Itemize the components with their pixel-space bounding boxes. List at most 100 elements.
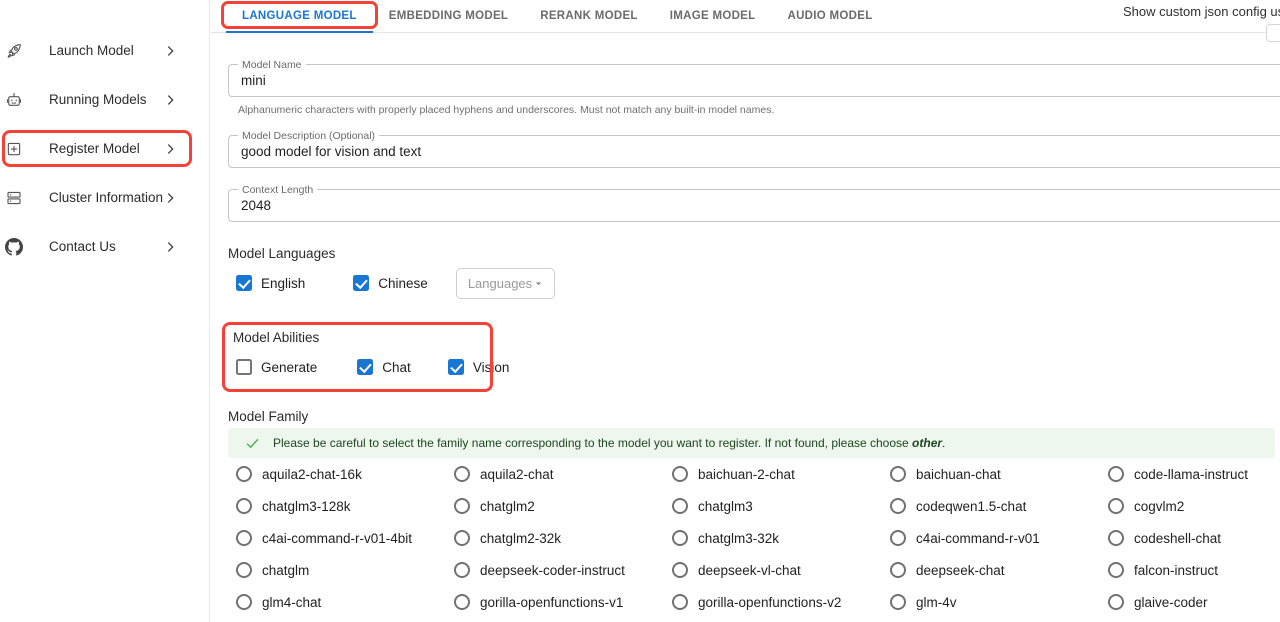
model-family-option[interactable]: chatglm3: [672, 490, 890, 522]
radio-icon: [236, 594, 252, 610]
model-name-helper-text: Alphanumeric characters with properly pl…: [238, 104, 1280, 116]
model-family-option[interactable]: deepseek-vl-chat: [672, 554, 890, 586]
model-family-option[interactable]: falcon-instruct: [1108, 554, 1280, 586]
radio-icon: [454, 498, 470, 514]
languages-dropdown[interactable]: Languages: [456, 268, 555, 299]
radio-icon: [890, 466, 906, 482]
cluster-icon: [5, 189, 23, 207]
sidebar-item-label: Running Models: [49, 92, 147, 107]
sidebar-item-contact-us[interactable]: Contact Us: [0, 222, 209, 271]
model-description-label: Model Description (Optional): [238, 130, 379, 142]
chevron-right-icon: [163, 43, 178, 58]
model-family-option[interactable]: chatglm2-32k: [454, 522, 672, 554]
chevron-right-icon: [163, 141, 178, 156]
model-family-option[interactable]: chatglm3-32k: [672, 522, 890, 554]
sidebar-item-label: Register Model: [49, 141, 140, 156]
model-family-option[interactable]: cogvlm2: [1108, 490, 1280, 522]
radio-icon: [672, 562, 688, 578]
model-family-option[interactable]: gorilla-openfunctions-v2: [672, 586, 890, 618]
github-icon: [5, 238, 23, 256]
radio-icon: [1108, 530, 1124, 546]
model-description-field[interactable]: Model Description (Optional) good model …: [228, 135, 1280, 168]
checkbox-icon: [236, 359, 252, 375]
checkbox-vision[interactable]: Vision: [448, 359, 510, 375]
model-family-option[interactable]: aquila2-chat-16k: [236, 458, 454, 490]
sidebar-item-label: Contact Us: [49, 239, 116, 254]
radio-icon: [1108, 498, 1124, 514]
checkbox-icon: [357, 359, 373, 375]
caret-down-icon: [532, 277, 545, 290]
checkbox-chat[interactable]: Chat: [357, 359, 411, 375]
tab-image-model[interactable]: IMAGE MODEL: [654, 0, 772, 32]
json-config-panel-edge: [1266, 24, 1280, 42]
radio-icon: [672, 466, 688, 482]
radio-icon: [454, 594, 470, 610]
model-abilities-section: Model Abilities Generate Chat Vision: [228, 330, 508, 381]
model-family-option[interactable]: chatglm3-128k: [236, 490, 454, 522]
checkbox-english[interactable]: English: [236, 275, 305, 291]
model-family-options-grid: aquila2-chat-16k aquila2-chat baichuan-2…: [228, 458, 1280, 618]
context-length-field[interactable]: Context Length 2048: [228, 189, 1280, 222]
model-family-option[interactable]: glm4-chat: [236, 586, 454, 618]
context-length-value: 2048: [229, 190, 1280, 213]
model-family-option[interactable]: code-llama-instruct: [1108, 458, 1280, 490]
radio-icon: [890, 594, 906, 610]
radio-icon: [672, 594, 688, 610]
model-family-option[interactable]: gorilla-openfunctions-v1: [454, 586, 672, 618]
model-family-option[interactable]: c4ai-command-r-v01-4bit: [236, 522, 454, 554]
active-tab-indicator: [226, 31, 373, 33]
sidebar-item-running-models[interactable]: Running Models: [0, 75, 209, 124]
model-family-option[interactable]: c4ai-command-r-v01: [890, 522, 1108, 554]
tab-audio-model[interactable]: AUDIO MODEL: [771, 0, 888, 32]
sidebar-item-label: Cluster Information: [49, 190, 163, 205]
model-family-option[interactable]: codeshell-chat: [1108, 522, 1280, 554]
model-family-option[interactable]: chatglm: [236, 554, 454, 586]
show-json-config-label[interactable]: Show custom json config used b: [1123, 4, 1280, 19]
chevron-right-icon: [163, 190, 178, 205]
context-length-label: Context Length: [238, 184, 317, 196]
radio-icon: [1108, 466, 1124, 482]
chevron-right-icon: [163, 92, 178, 107]
model-family-option[interactable]: glaive-coder: [1108, 586, 1280, 618]
model-family-option[interactable]: baichuan-2-chat: [672, 458, 890, 490]
model-family-option[interactable]: deepseek-chat: [890, 554, 1108, 586]
radio-icon: [454, 466, 470, 482]
sidebar-item-cluster-information[interactable]: Cluster Information: [0, 173, 209, 222]
radio-icon: [672, 530, 688, 546]
model-description-value: good model for vision and text: [229, 136, 1280, 159]
model-family-option[interactable]: deepseek-coder-instruct: [454, 554, 672, 586]
tab-language-model[interactable]: LANGUAGE MODEL: [226, 0, 373, 32]
sidebar: Launch Model Running Models: [0, 0, 210, 622]
model-family-option[interactable]: baichuan-chat: [890, 458, 1108, 490]
checkbox-chinese[interactable]: Chinese: [353, 275, 428, 291]
model-family-notice-banner: Please be careful to select the family n…: [228, 428, 1275, 458]
radio-icon: [1108, 594, 1124, 610]
model-family-option[interactable]: aquila2-chat: [454, 458, 672, 490]
radio-icon: [672, 498, 688, 514]
main-panel: LANGUAGE MODEL EMBEDDING MODEL RERANK MO…: [211, 0, 1280, 622]
radio-icon: [890, 530, 906, 546]
model-family-option[interactable]: chatglm2: [454, 490, 672, 522]
radio-icon: [1108, 562, 1124, 578]
robot-icon: [5, 91, 23, 109]
radio-icon: [454, 562, 470, 578]
tab-rerank-model[interactable]: RERANK MODEL: [524, 0, 654, 32]
radio-icon: [236, 466, 252, 482]
model-family-option[interactable]: glm-4v: [890, 586, 1108, 618]
chevron-right-icon: [163, 239, 178, 254]
radio-icon: [236, 530, 252, 546]
checkbox-icon: [236, 275, 252, 291]
checkbox-generate[interactable]: Generate: [236, 359, 317, 375]
model-languages-heading: Model Languages: [228, 246, 1280, 261]
model-abilities-heading: Model Abilities: [228, 330, 508, 345]
sidebar-item-register-model[interactable]: Register Model: [0, 124, 209, 173]
radio-icon: [890, 562, 906, 578]
tab-embedding-model[interactable]: EMBEDDING MODEL: [373, 0, 525, 32]
notice-text: Please be careful to select the family n…: [273, 436, 945, 450]
add-box-icon: [5, 140, 23, 158]
model-name-field[interactable]: Model Name mini: [228, 64, 1280, 97]
sidebar-item-launch-model[interactable]: Launch Model: [0, 26, 209, 75]
model-family-heading: Model Family: [228, 409, 1280, 424]
model-family-option[interactable]: codeqwen1.5-chat: [890, 490, 1108, 522]
checkbox-icon: [448, 359, 464, 375]
